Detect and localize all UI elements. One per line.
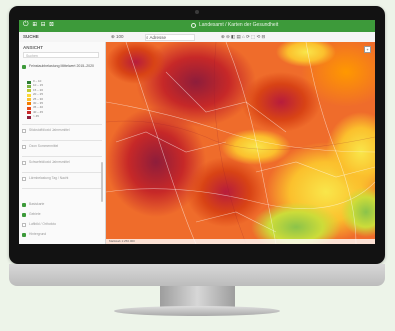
monitor-chin	[9, 264, 385, 286]
divider	[22, 156, 102, 157]
layer-label: Schwefeldioxid Jahresmittel	[29, 160, 70, 164]
layer-item[interactable]: Stickstoffdioxid Jahresmittel	[22, 128, 102, 138]
layer-item[interactable]: Lärmbelastung Tag / Nacht	[22, 176, 102, 186]
background-toggle[interactable]	[22, 233, 26, 237]
basemap-item[interactable]: Basiskarte	[22, 202, 102, 212]
monitor-bezel: ⏻ ⊞ ⊟ ⊠ Landesamt / Karten der Gesundhei…	[9, 6, 385, 264]
layer-sidebar: ANSICHT Suchen Feinstaubbelastung Mittel…	[19, 42, 106, 244]
aerial-label: Luftbild / Orthofoto	[29, 222, 57, 226]
layer-checkbox-checked[interactable]	[22, 65, 26, 69]
layer-label: Ozon Sommermittel	[29, 144, 59, 148]
active-layer-label: Feinstaubbelastung Mittelwert 2015–2020	[29, 64, 94, 68]
zoom-in-button[interactable]: +	[364, 46, 371, 53]
legend-swatch	[27, 89, 31, 93]
layer-search-input[interactable]: Suchen	[23, 52, 99, 58]
legend-swatch	[27, 115, 31, 119]
divider	[22, 140, 102, 141]
legend-swatch	[27, 93, 31, 97]
camera-dot	[195, 10, 199, 14]
legend-swatch	[27, 111, 31, 115]
legend-label: > 45	[33, 114, 39, 119]
app-window: ⏻ ⊞ ⊟ ⊠ Landesamt / Karten der Gesundhei…	[19, 20, 375, 244]
basemap-label: Basiskarte	[29, 202, 45, 206]
legend-swatch	[27, 106, 31, 110]
layer-item[interactable]: Schwefeldioxid Jahresmittel	[22, 160, 102, 170]
heat-zone	[241, 72, 321, 132]
divider	[22, 124, 102, 125]
map-tools[interactable]: ⊕ ⊖ ◧ ▤ ⌂ ⟳ ⬚ ⟲ ⊟	[221, 34, 265, 40]
areas-label: Gebiete	[29, 212, 41, 216]
background-label: Hintergrund	[29, 232, 47, 236]
heatmap-canvas	[106, 42, 375, 244]
aerial-checkbox[interactable]	[22, 223, 26, 227]
map-scale-bar: Maßstab 1:250.000	[106, 239, 375, 244]
heatmap-map-view[interactable]: + Maßstab 1:250.000	[106, 42, 375, 244]
legend-swatch	[27, 98, 31, 102]
layer-checkbox[interactable]	[22, 129, 26, 133]
zoom-control[interactable]: ⊕ 100	[111, 34, 124, 40]
monitor-base	[114, 306, 280, 316]
sidebar-scrollbar[interactable]	[101, 162, 103, 202]
basemap-toggle[interactable]	[22, 203, 26, 207]
legend-swatch	[27, 102, 31, 106]
app-title: Landesamt / Karten der Gesundheit	[199, 22, 279, 28]
legend-swatch	[27, 84, 31, 88]
layer-checkbox[interactable]	[22, 177, 26, 181]
layer-checkbox[interactable]	[22, 145, 26, 149]
titlebar-app-icons[interactable]: ⏻ ⊞ ⊟ ⊠	[23, 21, 55, 29]
active-layer[interactable]: Feinstaubbelastung Mittelwert 2015–2020	[21, 64, 101, 74]
layer-label: Stickstoffdioxid Jahresmittel	[29, 128, 70, 132]
background-item[interactable]: Hintergrund	[22, 232, 102, 242]
layer-checkbox[interactable]	[22, 161, 26, 165]
areas-item[interactable]: Gebiete	[22, 212, 102, 222]
globe-icon	[191, 23, 196, 28]
layer-label: Lärmbelastung Tag / Nacht	[29, 176, 69, 180]
heat-zone	[221, 129, 291, 165]
legend: 0 – 10 10 – 15 15 – 20 20 – 25 25 – 30 3…	[27, 79, 57, 120]
areas-toggle[interactable]	[22, 213, 26, 217]
app-titlebar: ⏻ ⊞ ⊟ ⊠ Landesamt / Karten der Gesundhei…	[19, 20, 375, 32]
aerial-item[interactable]: Luftbild / Orthofoto	[22, 222, 102, 232]
toolbar-left-label: SUCHE	[23, 34, 39, 39]
address-search-input[interactable]: ⌕ Adresse	[145, 34, 195, 41]
legend-row: > 45	[27, 115, 57, 119]
sidebar-title: ANSICHT	[23, 45, 43, 50]
heat-zone	[186, 157, 266, 227]
legend-swatch	[27, 80, 31, 84]
layer-item[interactable]: Ozon Sommermittel	[22, 144, 102, 154]
divider	[22, 188, 102, 189]
heat-zone	[106, 42, 166, 84]
divider	[22, 172, 102, 173]
